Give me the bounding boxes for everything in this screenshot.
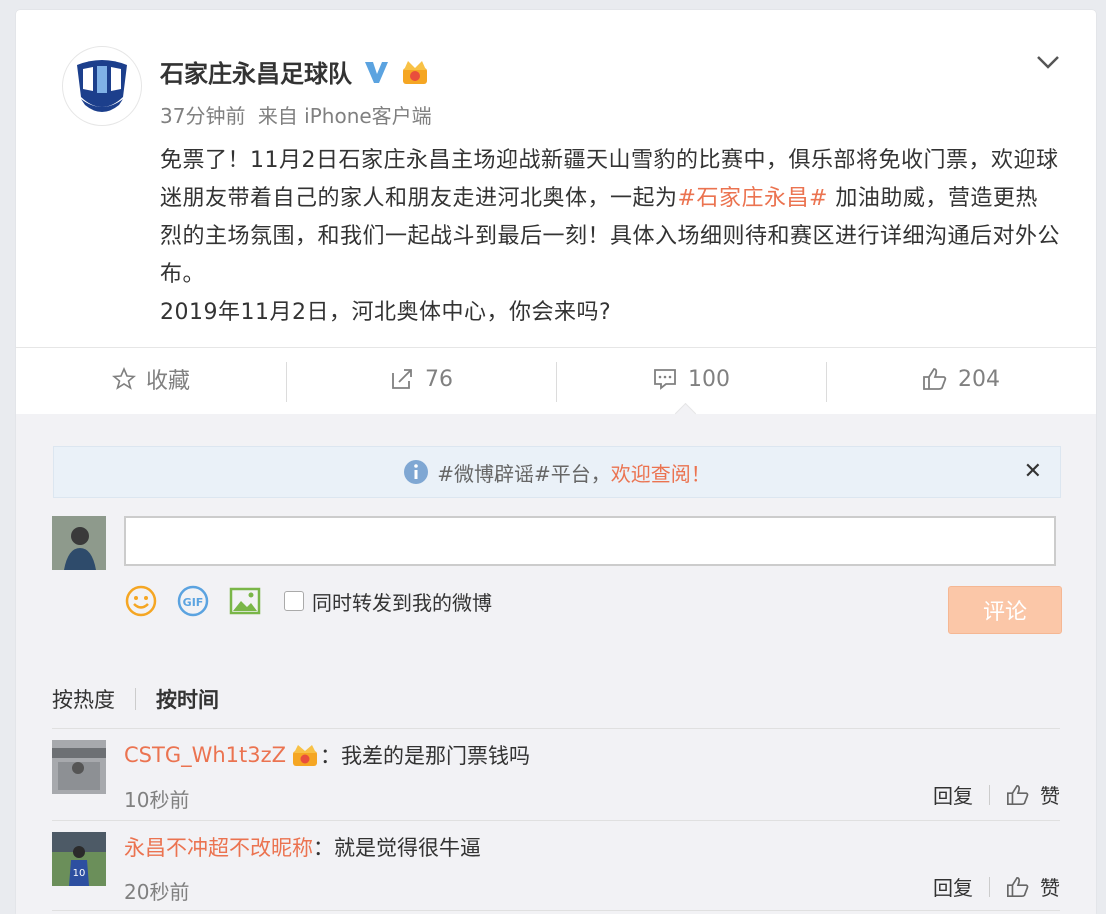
chevron-down-icon[interactable]	[1032, 46, 1064, 78]
svg-text:GIF: GIF	[183, 596, 204, 609]
comment-line: 永昌不冲超不改昵称 ：就是觉得很牛逼	[124, 832, 481, 862]
favorite-label: 收藏	[145, 369, 190, 394]
comment-line: CSTG_Wh1t3zZ ：我差的是那门票钱吗	[124, 740, 530, 770]
post-time[interactable]: 37分钟前	[160, 104, 245, 128]
emoji-icon[interactable]	[124, 584, 158, 618]
comment-button[interactable]: 100	[556, 348, 826, 410]
crown-member-icon	[293, 745, 318, 766]
post-source: 来自 iPhone客户端	[257, 104, 432, 128]
comment-time: 10秒前	[124, 788, 190, 812]
post-body: 免票了！11月2日石家庄永昌主场迎战新疆天山雪豹的比赛中，俱乐部将免收门票，欢迎…	[160, 142, 1060, 332]
favorite-button[interactable]: 收藏	[16, 348, 286, 410]
crown-member-icon	[403, 60, 427, 84]
close-icon[interactable]: ✕	[1024, 459, 1042, 484]
post-text-line2: 2019年11月2日，河北奥体中心，你会来吗?	[160, 300, 612, 325]
sort-tabs: 按热度 按时间	[52, 684, 219, 714]
gif-icon[interactable]: GIF	[176, 584, 210, 618]
repost-button[interactable]: 76	[286, 348, 556, 410]
star-icon	[111, 367, 136, 390]
divider	[135, 688, 136, 710]
divider	[52, 728, 1060, 729]
divider	[989, 876, 990, 897]
comment-author[interactable]: 永昌不冲超不改昵称	[124, 832, 313, 862]
comment-input[interactable]	[124, 516, 1056, 566]
like-button[interactable]: 204	[826, 348, 1096, 410]
verified-icon	[365, 61, 388, 83]
avatar[interactable]	[52, 516, 106, 570]
thumbs-up-icon	[923, 368, 947, 390]
comment-text: ：我差的是那门票钱吗	[320, 744, 531, 768]
reply-button[interactable]: 回复	[933, 872, 973, 901]
reply-button[interactable]: 回复	[933, 780, 973, 809]
like-label: 赞	[1040, 784, 1060, 808]
comment-count: 100	[688, 366, 730, 392]
divider	[52, 910, 1060, 911]
tab-sort-hot[interactable]: 按热度	[52, 684, 115, 714]
comment-like-button[interactable]: 赞	[1006, 872, 1060, 901]
forward-checkbox[interactable]: 同时转发到我的微博	[284, 587, 492, 616]
checkbox[interactable]	[284, 591, 304, 611]
notice-text: #微博辟谣#平台，	[437, 461, 611, 486]
weibo-post-card: 石家庄永昌足球队 37分钟前 来自 iPhone客户端 免票了！11月2日石家庄…	[16, 10, 1096, 914]
submit-comment-button[interactable]: 评论	[948, 586, 1062, 634]
avatar[interactable]: 10	[52, 832, 106, 886]
post-header: 石家庄永昌足球队	[160, 54, 430, 89]
divider	[989, 784, 990, 805]
comment-icon	[654, 369, 676, 390]
post-actions: 收藏 76 100 204	[16, 348, 1096, 410]
avatar[interactable]	[52, 740, 106, 794]
image-icon[interactable]	[228, 584, 262, 618]
svg-text:10: 10	[73, 868, 86, 879]
forward-label: 同时转发到我的微博	[312, 590, 492, 615]
comment-author[interactable]: CSTG_Wh1t3zZ	[124, 743, 286, 767]
list-item: 10 永昌不冲超不改昵称 ：就是觉得很牛逼 20秒前 回复 赞	[52, 832, 1060, 912]
post-meta: 37分钟前 来自 iPhone客户端	[160, 100, 432, 129]
club-logo-avatar[interactable]	[62, 46, 142, 126]
comment-text: ：就是觉得很牛逼	[313, 836, 481, 860]
tab-sort-time[interactable]: 按时间	[156, 684, 219, 714]
comment-actions: 回复 赞	[933, 872, 1060, 901]
comment-time: 20秒前	[124, 880, 190, 904]
list-item: CSTG_Wh1t3zZ ：我差的是那门票钱吗 10秒前 回复 赞	[52, 740, 1060, 820]
info-icon	[404, 460, 429, 484]
rumor-notice-banner: #微博辟谣#平台， 欢迎查阅！ ✕	[53, 446, 1061, 498]
topic-link[interactable]: #石家庄永昌#	[678, 186, 828, 211]
divider	[52, 820, 1060, 821]
comment-actions: 回复 赞	[933, 780, 1060, 809]
thumbs-up-icon	[1007, 784, 1029, 805]
composer-toolbar: GIF 同时转发到我的微博	[124, 584, 492, 618]
like-label: 赞	[1040, 876, 1060, 900]
share-icon	[392, 369, 412, 389]
like-count: 204	[958, 366, 1000, 392]
post-username[interactable]: 石家庄永昌足球队	[160, 54, 352, 89]
repost-count: 76	[425, 366, 453, 392]
thumbs-up-icon	[1007, 876, 1029, 897]
comment-like-button[interactable]: 赞	[1006, 780, 1060, 809]
notice-link[interactable]: 欢迎查阅！	[611, 458, 711, 487]
